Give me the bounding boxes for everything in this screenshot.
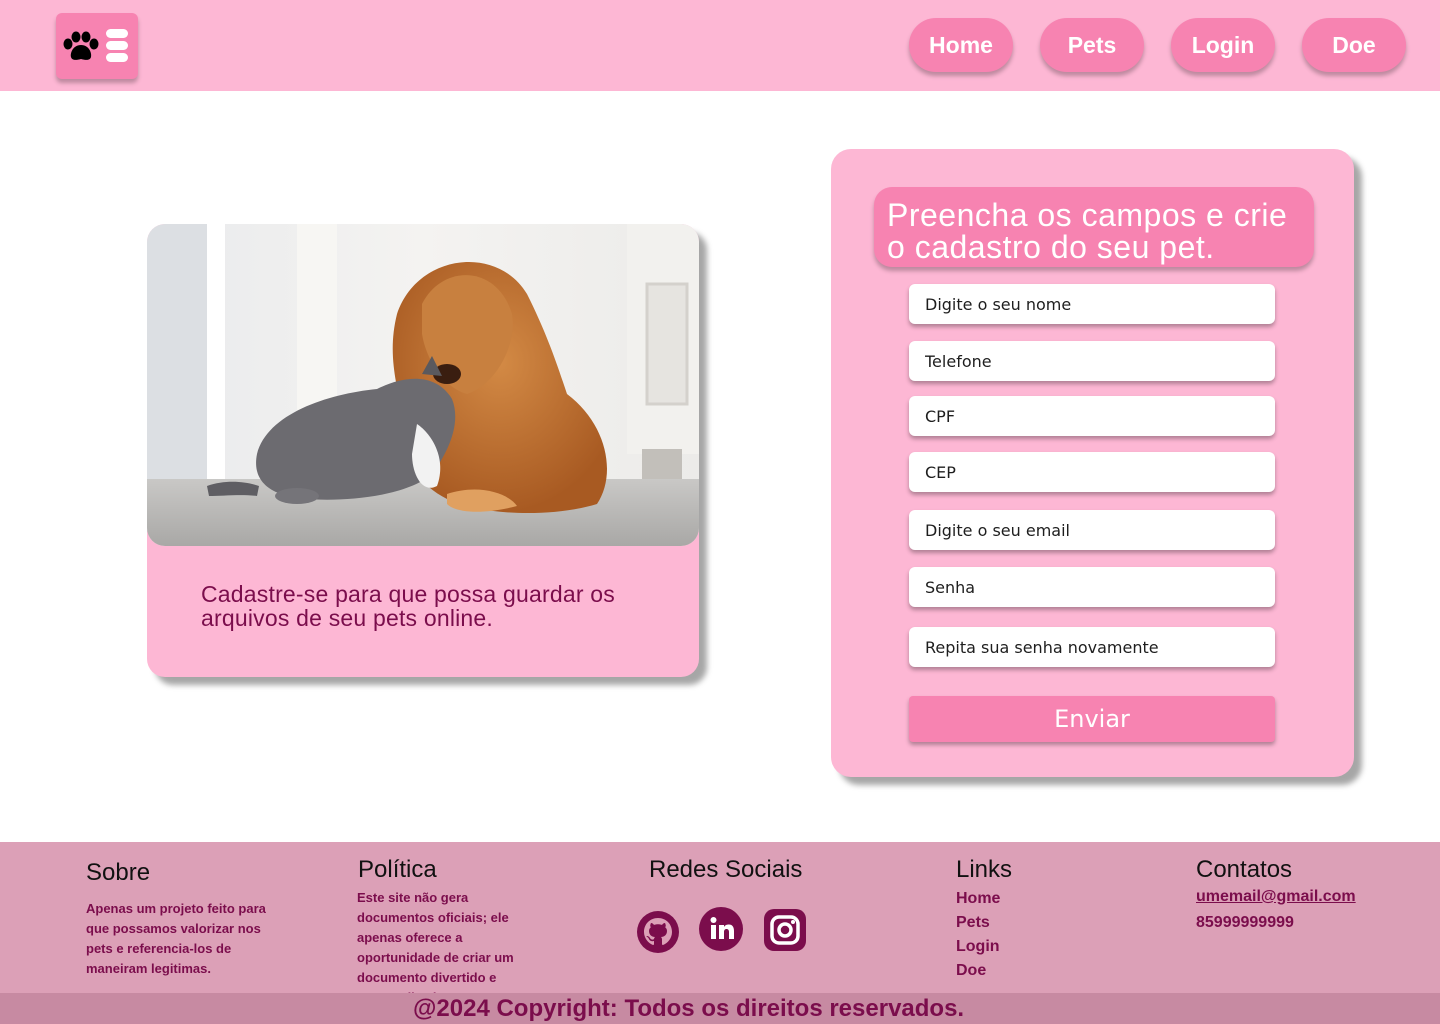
header: Home Pets Login Doe [0, 0, 1440, 91]
footer-link-home[interactable]: Home [956, 890, 1000, 908]
linkedin-icon[interactable] [699, 907, 743, 951]
name-field[interactable] [909, 284, 1275, 324]
paw-icon [63, 31, 99, 60]
footer-sobre-text: Apenas um projeto feito para que possamo… [86, 901, 266, 976]
email-field[interactable] [909, 510, 1275, 550]
footer-contatos-title: Contatos [1196, 856, 1293, 883]
password-field[interactable] [909, 567, 1275, 607]
copyright-text: @2024 Copyright: Todos os direitos reser… [413, 995, 965, 1022]
footer-sobre-title: Sobre [86, 859, 151, 886]
nav-doe-button[interactable]: Doe [1302, 18, 1406, 72]
menu-icon [106, 29, 128, 63]
info-card: Cadastre-se para que possa guardar os ar… [147, 224, 699, 677]
submit-button[interactable]: Enviar [909, 696, 1275, 742]
footer-links-title: Links [956, 856, 1013, 883]
nav-home-button[interactable]: Home [909, 18, 1013, 72]
instagram-icon[interactable] [764, 909, 806, 951]
copyright-bar: @2024 Copyright: Todos os direitos reser… [0, 993, 1440, 1024]
footer-link-doe[interactable]: Doe [956, 962, 986, 980]
info-text: Cadastre-se para que possa guardar os ar… [201, 581, 615, 631]
footer-redes-title: Redes Sociais [649, 856, 803, 883]
logo-menu-button[interactable] [56, 13, 138, 79]
cpf-field[interactable] [909, 396, 1275, 436]
footer-politica-text: Este site não gera documentos oficiais; … [357, 890, 540, 1005]
confirm-password-field[interactable] [909, 627, 1275, 667]
github-icon[interactable] [636, 910, 680, 954]
contact-email-link[interactable]: umemail@gmail.com [1196, 888, 1356, 906]
cep-field[interactable] [909, 452, 1275, 492]
phone-field[interactable] [909, 341, 1275, 381]
footer-link-login[interactable]: Login [956, 938, 1000, 956]
form-title: Preencha os campos e crie o cadastro do … [874, 187, 1314, 267]
pets-photo [147, 224, 699, 546]
footer-politica-title: Política [358, 856, 437, 883]
nav-login-button[interactable]: Login [1171, 18, 1275, 72]
footer: Sobre Apenas um projeto feito para que p… [0, 842, 1440, 1005]
contact-phone: 85999999999 [1196, 914, 1294, 931]
footer-link-pets[interactable]: Pets [956, 914, 990, 932]
nav-pets-button[interactable]: Pets [1040, 18, 1144, 72]
register-form: Preencha os campos e crie o cadastro do … [831, 149, 1354, 777]
